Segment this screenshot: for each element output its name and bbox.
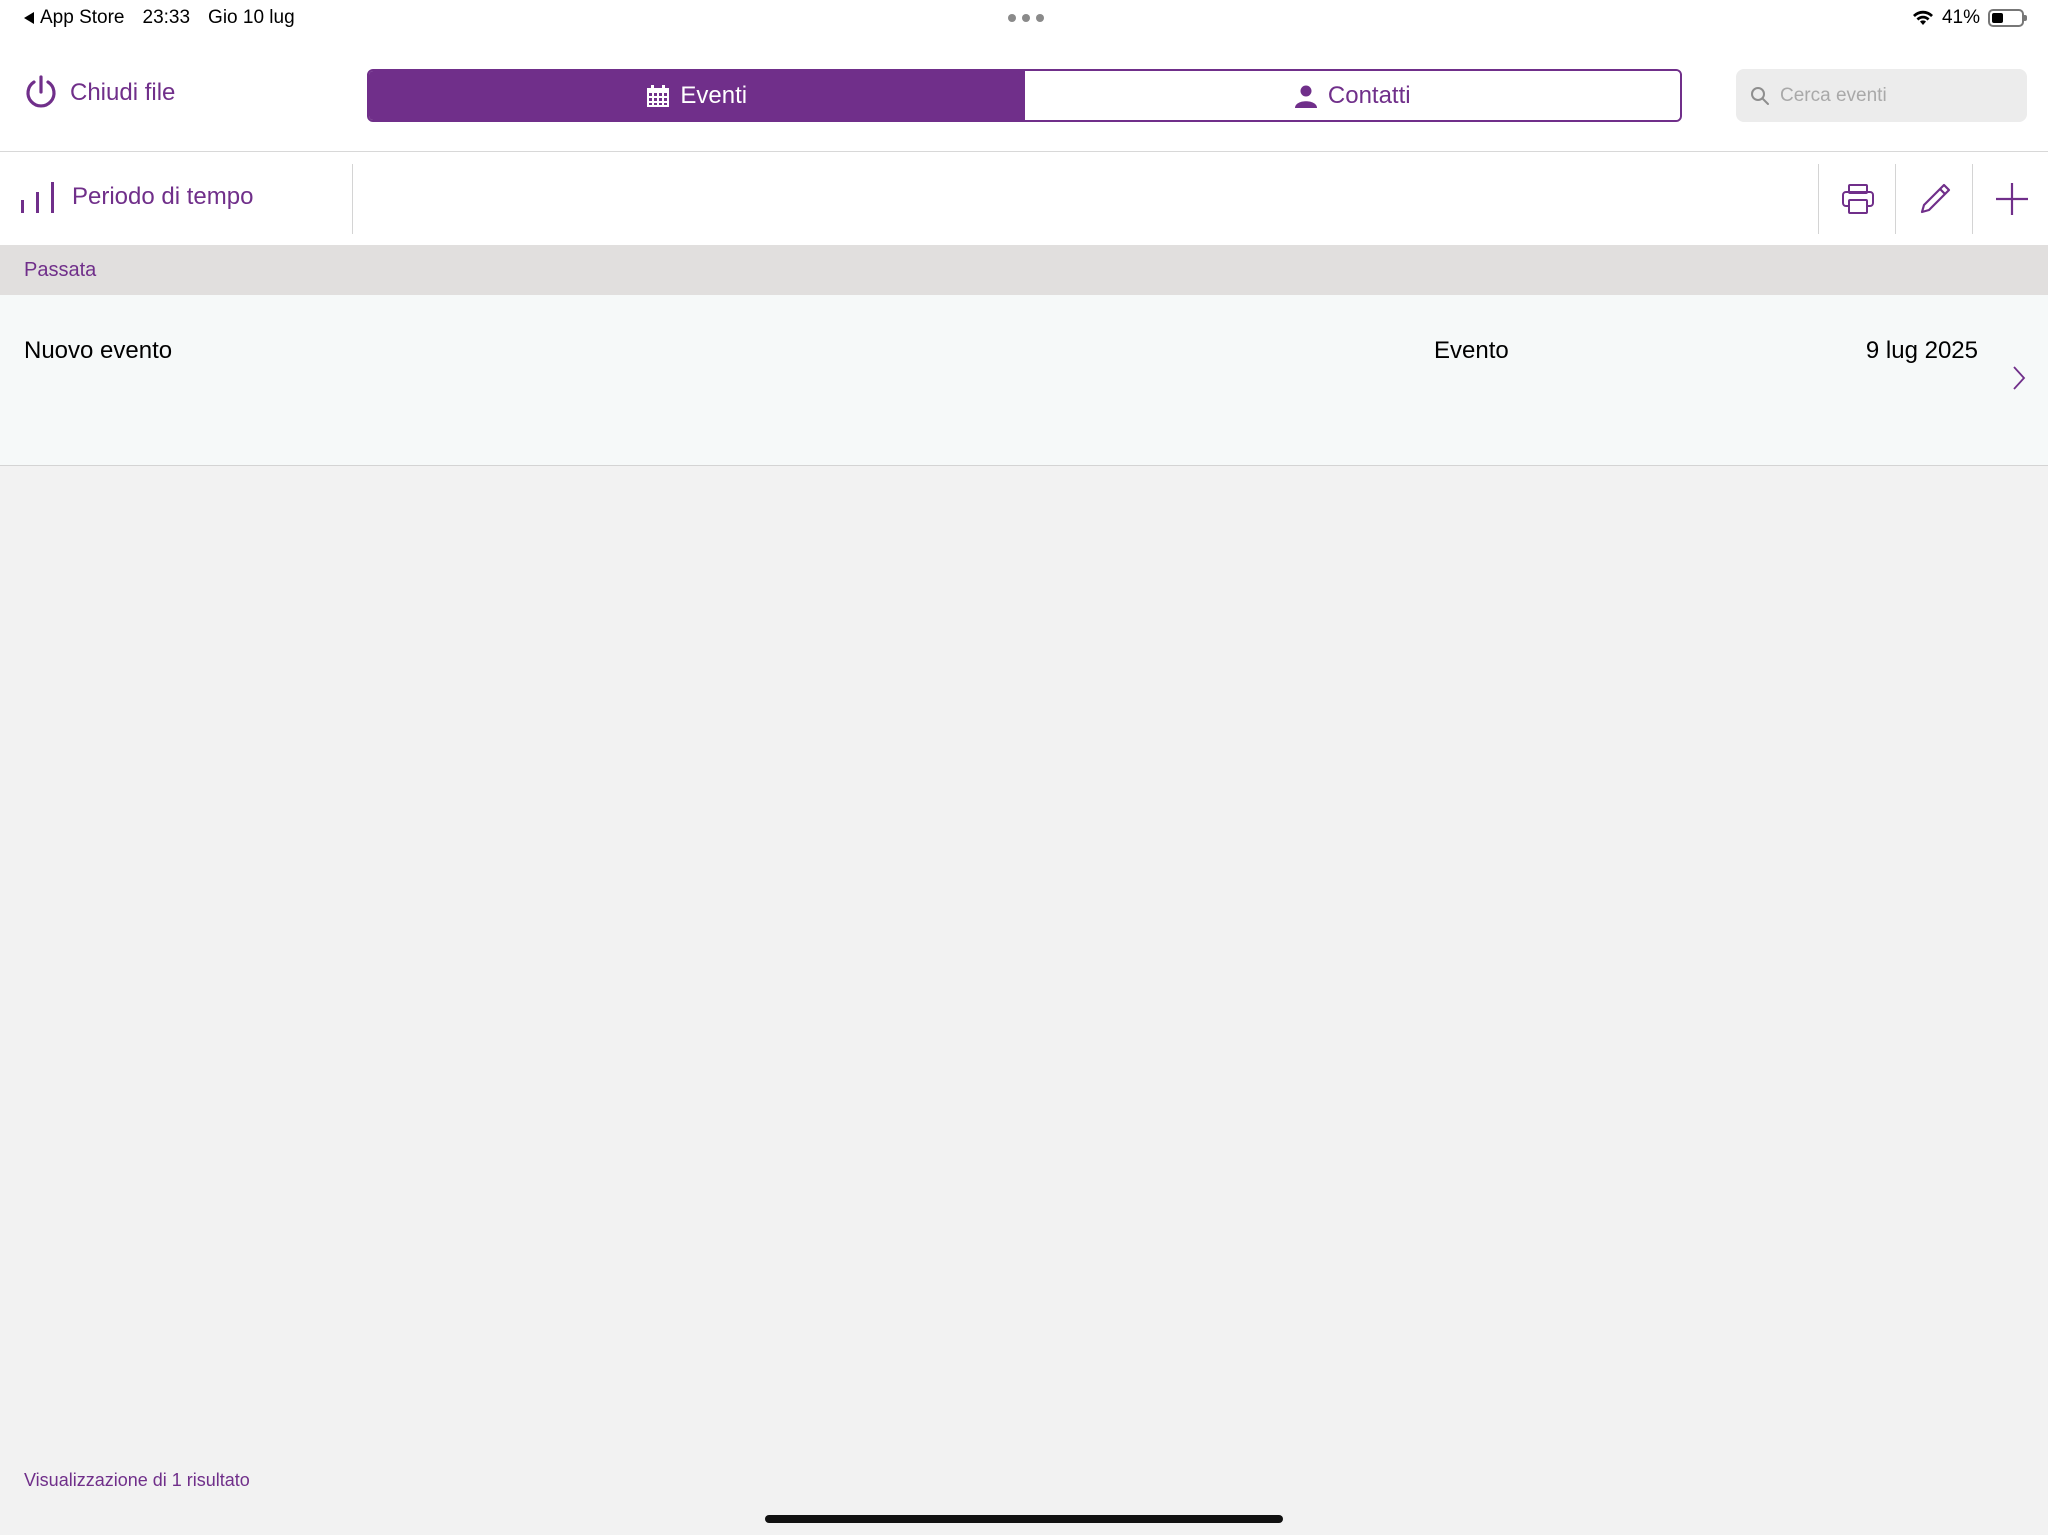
plus-icon <box>1996 183 2028 215</box>
search-field[interactable] <box>1736 69 2027 122</box>
print-button[interactable] <box>1820 164 1896 234</box>
event-name: Nuovo evento <box>24 337 173 364</box>
edit-button[interactable] <box>1897 164 1973 234</box>
event-type: Evento <box>1434 337 1509 364</box>
add-button[interactable] <box>1974 164 2048 234</box>
wifi-icon <box>1912 10 1933 25</box>
print-icon <box>1842 184 1874 214</box>
view-segmented-control: Eventi Contatti <box>367 69 1682 122</box>
search-icon <box>1751 86 1769 105</box>
toolbar: Periodo di tempo <box>0 152 2048 245</box>
app-window: App Store 23:33 Gio 10 lug 41% Chiudi fi… <box>0 0 2048 1535</box>
results-count: Visualizzazione di 1 risultato <box>24 1470 250 1490</box>
tab-contacts[interactable]: Contatti <box>1024 71 1680 120</box>
pencil-icon <box>1920 183 1951 214</box>
battery-fill <box>1992 13 2003 23</box>
status-bar-left: App Store 23:33 Gio 10 lug <box>24 7 295 29</box>
status-time: 23:33 <box>142 7 191 28</box>
chevron-right-icon <box>2013 366 2026 390</box>
power-icon <box>26 75 56 108</box>
close-file-button[interactable]: Chiudi file <box>22 74 175 112</box>
back-app-label: App Store <box>40 7 125 28</box>
status-bar: App Store 23:33 Gio 10 lug 41% <box>0 0 2048 36</box>
toolbar-divider <box>1895 164 1896 234</box>
time-period-label: Periodo di tempo <box>72 183 254 210</box>
person-icon <box>1294 85 1317 108</box>
search-input[interactable] <box>1780 84 2010 107</box>
header: Chiudi file Eventi Contatti Cerca eventi <box>0 36 2048 152</box>
home-indicator[interactable] <box>765 1515 1283 1523</box>
bar-chart-icon <box>21 182 54 213</box>
back-triangle-icon <box>24 12 34 24</box>
section-header: Passata <box>0 245 2048 295</box>
time-period-button[interactable]: Periodo di tempo <box>20 180 253 214</box>
close-file-label: Chiudi file <box>70 79 176 106</box>
tab-contacts-label: Contatti <box>1327 81 1411 109</box>
toolbar-divider <box>352 164 353 234</box>
tab-events-label: Eventi <box>680 81 748 109</box>
section-title: Passata <box>24 259 97 281</box>
status-date: Gio 10 lug <box>208 7 295 28</box>
tab-events[interactable]: Eventi <box>369 71 1025 120</box>
calendar-icon <box>647 84 670 107</box>
multitasking-dots-icon[interactable] <box>1008 14 1044 22</box>
toolbar-divider <box>1972 164 1973 234</box>
status-bar-right: 41% <box>1912 7 2027 29</box>
table-row[interactable]: Nuovo evento Evento 9 lug 2025 <box>0 295 2048 466</box>
toolbar-divider <box>1818 164 1819 234</box>
battery-percent: 41% <box>1941 7 1980 28</box>
battery-icon <box>1988 9 2027 27</box>
event-date: 9 lug 2025 <box>1865 337 1978 364</box>
back-to-app-link[interactable]: App Store <box>24 7 125 29</box>
